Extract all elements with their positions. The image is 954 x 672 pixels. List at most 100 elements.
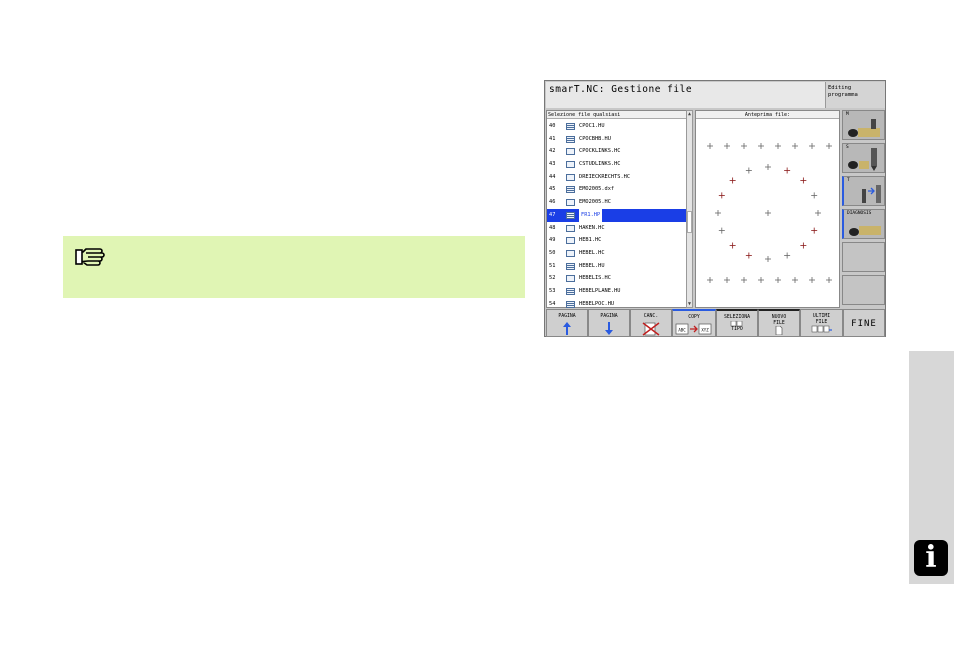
softkey-select-type-label-1: SELEZIONA (724, 315, 750, 320)
preview-hole-marker (800, 177, 807, 184)
preview-hole-marker (715, 210, 721, 216)
preview-hole-marker (729, 242, 736, 249)
file-row[interactable]: 49 HEB1.HC (547, 234, 687, 247)
side-button-s[interactable]: S (842, 143, 885, 173)
side-button-diagnosis[interactable]: DIAGNOSIS (842, 209, 885, 239)
file-list-header: Selezione file qualsiasi (547, 111, 686, 119)
preview-point-marker (775, 143, 781, 149)
file-row[interactable]: 52 HEBELIS.HC (547, 272, 687, 285)
preview-point-marker (741, 277, 747, 283)
side-button-m[interactable]: M (842, 110, 885, 140)
file-row-name: EMO2005.HC (579, 199, 611, 206)
preview-point-marker (765, 210, 771, 216)
program-file-icon (566, 123, 575, 130)
file-row[interactable]: 41 CPOCBHB.HU (547, 133, 687, 146)
side-button-t[interactable]: T (842, 176, 885, 206)
preview-point-marker (741, 143, 747, 149)
softkey-new-file[interactable]: NUOVO FILE (758, 309, 800, 337)
file-row[interactable]: 44 DREIECKRECHTS.HC (547, 171, 687, 184)
softkey-page-up[interactable]: PAGINA (546, 309, 588, 337)
preview-point-marker (724, 143, 730, 149)
program-file-icon (566, 211, 575, 219)
arrow-up-icon (563, 321, 571, 335)
preview-drawing (707, 143, 832, 283)
file-row-name: HAKEN.HC (579, 224, 605, 231)
side-button-diagnosis-label: DIAGNOSIS (847, 211, 872, 216)
softkey-recent-files[interactable]: ULTIMI FILE (800, 309, 843, 337)
file-row-name: HEBELPLANE.HU (579, 287, 621, 294)
info-icon: i (914, 540, 948, 576)
preview-point-marker (758, 143, 764, 149)
copy-to-text: XYZ (701, 327, 709, 332)
preview-hole-marker (718, 227, 725, 234)
file-row[interactable]: 46 EMO2005.HC (547, 196, 687, 209)
file-row-name: CSTUDLINKS.HC (579, 161, 621, 168)
file-row[interactable]: 50 HEBEL.HC (547, 247, 687, 260)
softkey-copy-label: COPY (688, 315, 700, 320)
program-file-icon (566, 135, 575, 143)
preview-point-marker (809, 277, 815, 283)
softkey-delete-label: CANC. (643, 314, 659, 319)
contour-file-icon (566, 199, 575, 207)
file-row-name: CPOCKLINKS.HC (579, 148, 621, 155)
file-row-name: DREIECKRECHTS.HC (579, 173, 631, 180)
softkey-page-down[interactable]: PAGINA (588, 309, 630, 337)
file-row-number: 41 (549, 135, 556, 142)
file-row-number: 47 (549, 211, 556, 218)
preview-hole-marker (765, 256, 771, 262)
file-list-panel: Selezione file qualsiasi 40 CPOC1.HU 41 CPO… (546, 110, 687, 308)
preview-hole-marker (745, 167, 752, 174)
side-button-empty-1[interactable] (842, 242, 885, 272)
preview-header: Anteprima file: (696, 111, 839, 119)
contour-file-icon (566, 224, 575, 232)
delete-x-icon (642, 321, 660, 336)
file-row[interactable]: 45 EMO2005.dxf (547, 183, 687, 196)
file-row[interactable]: 47 FR1.HP (547, 208, 687, 222)
contour-file-icon (566, 237, 575, 245)
file-row-number: 42 (549, 148, 556, 155)
softkey-copy[interactable]: COPY ABC XYZ (672, 309, 716, 337)
program-file-icon (566, 287, 575, 295)
file-list: 40 CPOC1.HU 41 CPOCBHB.HU 42 CPOCKLINKS.HC 43 C… (547, 120, 687, 310)
side-button-m-label: M (846, 112, 849, 117)
side-button-empty-2[interactable] (842, 275, 885, 305)
file-row[interactable]: 53 HEBELPLANE.HU (547, 285, 687, 298)
file-row-name: FR1.HP (579, 208, 603, 222)
preview-hole-marker (811, 227, 818, 234)
recent-files-icon (811, 325, 832, 333)
scroll-down-icon[interactable]: ▼ (687, 301, 692, 307)
softkey-end[interactable]: FINE (843, 309, 885, 337)
preview-point-marker (707, 143, 713, 149)
file-row-number: 40 (549, 123, 556, 129)
file-row-number: 51 (549, 262, 556, 269)
file-row[interactable]: 51 HEBEL.HU (547, 260, 687, 273)
file-row[interactable]: 42 CPOCKLINKS.HC (547, 145, 687, 158)
arrow-down-icon (605, 321, 613, 335)
softkey-select-type[interactable]: SELEZIONA TIPO (716, 309, 758, 337)
file-row[interactable]: 48 HAKEN.HC (547, 222, 687, 235)
screen-title-text: smarT.NC: Gestione file (549, 84, 693, 95)
preview-hole-marker (745, 252, 752, 259)
contour-file-icon (566, 173, 575, 181)
program-file-icon (566, 262, 575, 270)
file-row-number: 45 (549, 186, 556, 193)
preview-point-marker (707, 277, 713, 283)
softkey-delete[interactable]: CANC. (630, 309, 672, 337)
preview-hole-marker (811, 192, 818, 199)
file-row[interactable]: 43 CSTUDLINKS.HC (547, 158, 687, 171)
file-row[interactable]: 40 CPOC1.HU (547, 120, 687, 133)
mode-line-1: Editing (828, 85, 852, 91)
preview-point-marker (826, 277, 832, 283)
new-file-icon (775, 326, 783, 335)
cnc-screen: smarT.NC: Gestione file Editing programm… (544, 80, 886, 337)
softkey-recent-files-label-2: FILE (815, 319, 828, 325)
file-row-name: EMO2005.dxf (579, 186, 615, 193)
file-row-name: CPOCBHB.HU (579, 135, 611, 142)
preview-panel: Anteprima file: (695, 110, 840, 308)
preview-point-marker (792, 143, 798, 149)
scroll-up-icon[interactable]: ▲ (687, 111, 692, 117)
spindle-s-icon (848, 148, 877, 171)
file-list-scrollbar[interactable]: ▲ ▼ (686, 110, 693, 308)
scroll-thumb[interactable] (687, 211, 692, 233)
side-softkeys: M S T DIAGNOSIS (842, 110, 885, 308)
